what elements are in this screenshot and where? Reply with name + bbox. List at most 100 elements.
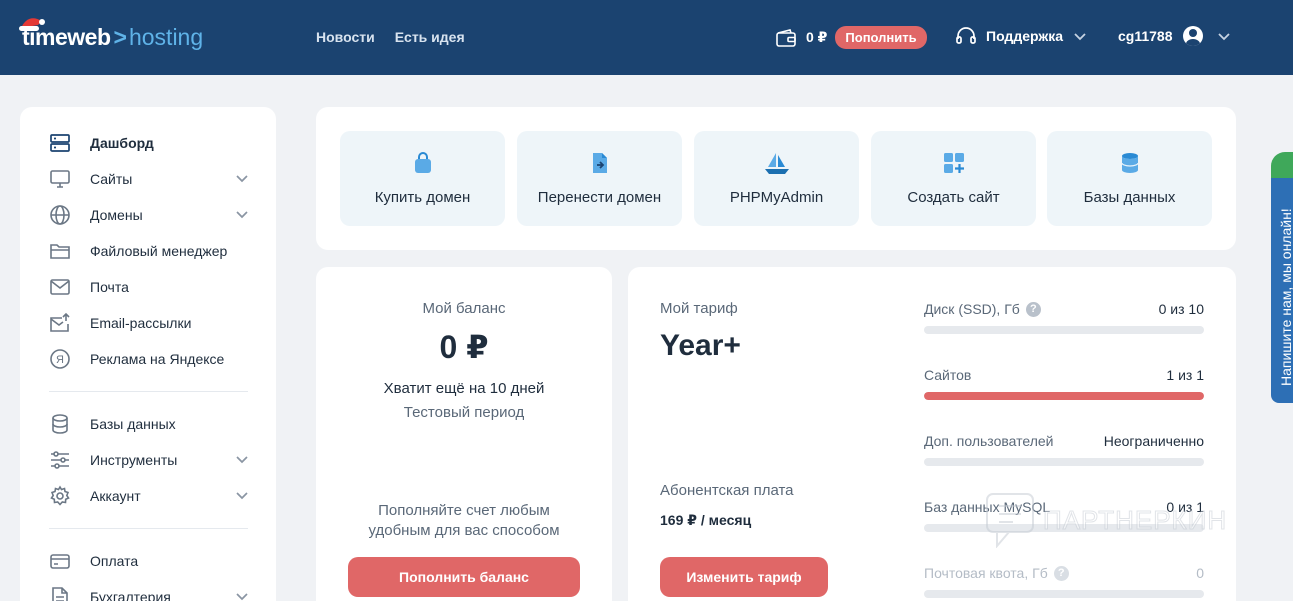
sidebar-item-label: Email-рассылки bbox=[90, 315, 192, 331]
yandex-icon: Я bbox=[49, 348, 71, 370]
quota-progress bbox=[924, 458, 1204, 466]
balance-days-left: Хватит ещё на 10 дней bbox=[383, 380, 545, 397]
chat-indicator bbox=[1271, 152, 1293, 178]
header-balance: 0 ₽ bbox=[806, 29, 828, 45]
quota-value: 0 из 10 bbox=[1158, 301, 1204, 317]
help-icon[interactable]: ? bbox=[1025, 301, 1041, 317]
chat-widget-tab[interactable]: Напишите нам, мы онлайн! bbox=[1271, 152, 1293, 403]
quota-mail: Почтовая квота, Гб? 0 bbox=[924, 565, 1204, 601]
mail-send-icon bbox=[49, 312, 71, 334]
balance-period: Тестовый период bbox=[403, 404, 525, 421]
headset-icon bbox=[956, 27, 976, 44]
tariff-fee-label: Абонентская плата bbox=[660, 482, 794, 499]
sidebar-item-file-manager[interactable]: Файловый менеджер bbox=[49, 239, 249, 263]
chevron-down-icon[interactable] bbox=[235, 452, 249, 466]
quick-actions-panel: Купить домен Перенести домен PHPMyAdmin … bbox=[316, 107, 1236, 250]
support-menu[interactable]: Поддержка bbox=[955, 26, 1087, 46]
chevron-down-icon[interactable] bbox=[235, 171, 249, 185]
balance-card: Мой баланс 0 ₽ Хватит ещё на 10 дней Тес… bbox=[316, 267, 612, 601]
support-label: Поддержка bbox=[986, 28, 1064, 44]
quota-progress bbox=[924, 590, 1204, 598]
quota-progress-fill bbox=[924, 392, 1204, 400]
sidebar-divider bbox=[49, 391, 248, 392]
create-site-button[interactable]: Создать сайт bbox=[871, 131, 1036, 226]
sidebar-item-label: Оплата bbox=[90, 553, 139, 569]
sidebar-item-label: Сайты bbox=[90, 171, 133, 187]
quota-progress bbox=[924, 392, 1204, 400]
action-label: Перенести домен bbox=[537, 189, 662, 206]
database-icon bbox=[1047, 151, 1212, 175]
sidebar-item-label: Бухгалтерия bbox=[90, 589, 171, 601]
add-grid-icon bbox=[871, 151, 1036, 175]
sliders-icon bbox=[49, 449, 71, 471]
quota-value: 1 из 1 bbox=[1166, 367, 1204, 383]
wallet: 0 ₽ Пополнить bbox=[775, 26, 927, 49]
username: cg11788 bbox=[1118, 28, 1173, 44]
header-topup-button[interactable]: Пополнить bbox=[835, 26, 927, 49]
sidebar: Дашборд Сайты Домены Файловый менеджер П… bbox=[20, 107, 276, 601]
monitor-icon bbox=[49, 168, 71, 190]
chevron-down-icon[interactable] bbox=[235, 207, 249, 221]
watermark-text: ПАРТНЕРКИН bbox=[1042, 504, 1228, 535]
database-icon bbox=[49, 413, 71, 435]
nav-news-link[interactable]: Новости bbox=[316, 29, 375, 45]
quota-extra-users: Доп. пользователей Неограниченно bbox=[924, 433, 1204, 473]
tariff-fee: 169 ₽ / месяц bbox=[660, 512, 752, 528]
sidebar-item-yandex-ads[interactable]: Я Реклама на Яндексе bbox=[49, 347, 249, 371]
top-nav: Новости Есть идея bbox=[316, 29, 465, 45]
avatar-icon bbox=[1182, 26, 1203, 46]
chevron-down-icon bbox=[1074, 33, 1086, 41]
sidebar-item-tools[interactable]: Инструменты bbox=[49, 448, 249, 472]
action-label: PHPMyAdmin bbox=[729, 189, 824, 206]
sidebar-item-databases[interactable]: Базы данных bbox=[49, 412, 249, 436]
nav-idea-link[interactable]: Есть идея bbox=[395, 29, 465, 45]
sidebar-item-sites[interactable]: Сайты bbox=[49, 167, 249, 191]
sidebar-item-label: Базы данных bbox=[90, 416, 176, 432]
sidebar-item-label: Инструменты bbox=[90, 452, 178, 468]
sidebar-divider bbox=[49, 528, 248, 529]
chevron-down-icon[interactable] bbox=[235, 589, 249, 601]
user-menu[interactable]: cg11788 bbox=[1118, 26, 1231, 46]
quota-label: Сайтов bbox=[924, 367, 972, 383]
sidebar-item-domains[interactable]: Домены bbox=[49, 203, 249, 227]
change-tariff-button[interactable]: Изменить тариф bbox=[660, 557, 828, 597]
quota-label: Диск (SSD), Гб? bbox=[924, 301, 1041, 317]
sidebar-item-accounting[interactable]: Бухгалтерия bbox=[49, 585, 249, 601]
chevron-down-icon[interactable] bbox=[235, 488, 249, 502]
quota-value: 0 bbox=[1196, 565, 1204, 581]
action-label: Базы данных bbox=[1083, 189, 1176, 206]
tariff-card: Мой тариф Year+ Абонентская плата 169 ₽ … bbox=[628, 267, 1236, 601]
sidebar-item-label: Почта bbox=[90, 279, 129, 295]
quota-label: Доп. пользователей bbox=[924, 433, 1054, 449]
wallet-icon[interactable] bbox=[775, 28, 797, 48]
credit-card-icon bbox=[49, 550, 71, 572]
quota-value: Неограниченно bbox=[1103, 433, 1204, 449]
folder-icon bbox=[49, 240, 71, 262]
document-icon bbox=[49, 586, 71, 601]
globe-icon bbox=[49, 204, 71, 226]
logo-separator: > bbox=[113, 23, 127, 50]
svg-text:Я: Я bbox=[56, 354, 64, 366]
sidebar-item-label: Домены bbox=[90, 207, 143, 223]
sidebar-item-account[interactable]: Аккаунт bbox=[49, 484, 249, 508]
chevron-down-icon bbox=[1217, 33, 1230, 41]
sidebar-item-email-newsletters[interactable]: Email-рассылки bbox=[49, 311, 249, 335]
action-label: Создать сайт bbox=[907, 189, 1000, 206]
phpmyadmin-button[interactable]: PHPMyAdmin bbox=[694, 131, 859, 226]
sidebar-item-label: Аккаунт bbox=[90, 488, 141, 504]
chat-bubble-icon bbox=[986, 493, 1034, 548]
databases-button[interactable]: Базы данных bbox=[1047, 131, 1212, 226]
chat-label: Напишите нам, мы онлайн! bbox=[1278, 208, 1293, 386]
topup-balance-button[interactable]: Пополнить баланс bbox=[348, 557, 580, 597]
logo[interactable]: timeweb > hosting bbox=[19, 18, 203, 52]
transfer-domain-button[interactable]: Перенести домен bbox=[517, 131, 682, 226]
help-icon[interactable]: ? bbox=[1053, 565, 1069, 581]
action-label: Купить домен bbox=[374, 189, 471, 206]
top-header: timeweb > hosting Новости Есть идея 0 ₽ … bbox=[0, 0, 1293, 75]
sidebar-item-dashboard[interactable]: Дашборд bbox=[49, 131, 249, 155]
sidebar-item-mail[interactable]: Почта bbox=[49, 275, 249, 299]
buy-domain-button[interactable]: Купить домен bbox=[340, 131, 505, 226]
tariff-title: Мой тариф bbox=[660, 300, 738, 317]
sidebar-item-payment[interactable]: Оплата bbox=[49, 549, 249, 573]
tariff-name: Year+ bbox=[660, 329, 741, 362]
